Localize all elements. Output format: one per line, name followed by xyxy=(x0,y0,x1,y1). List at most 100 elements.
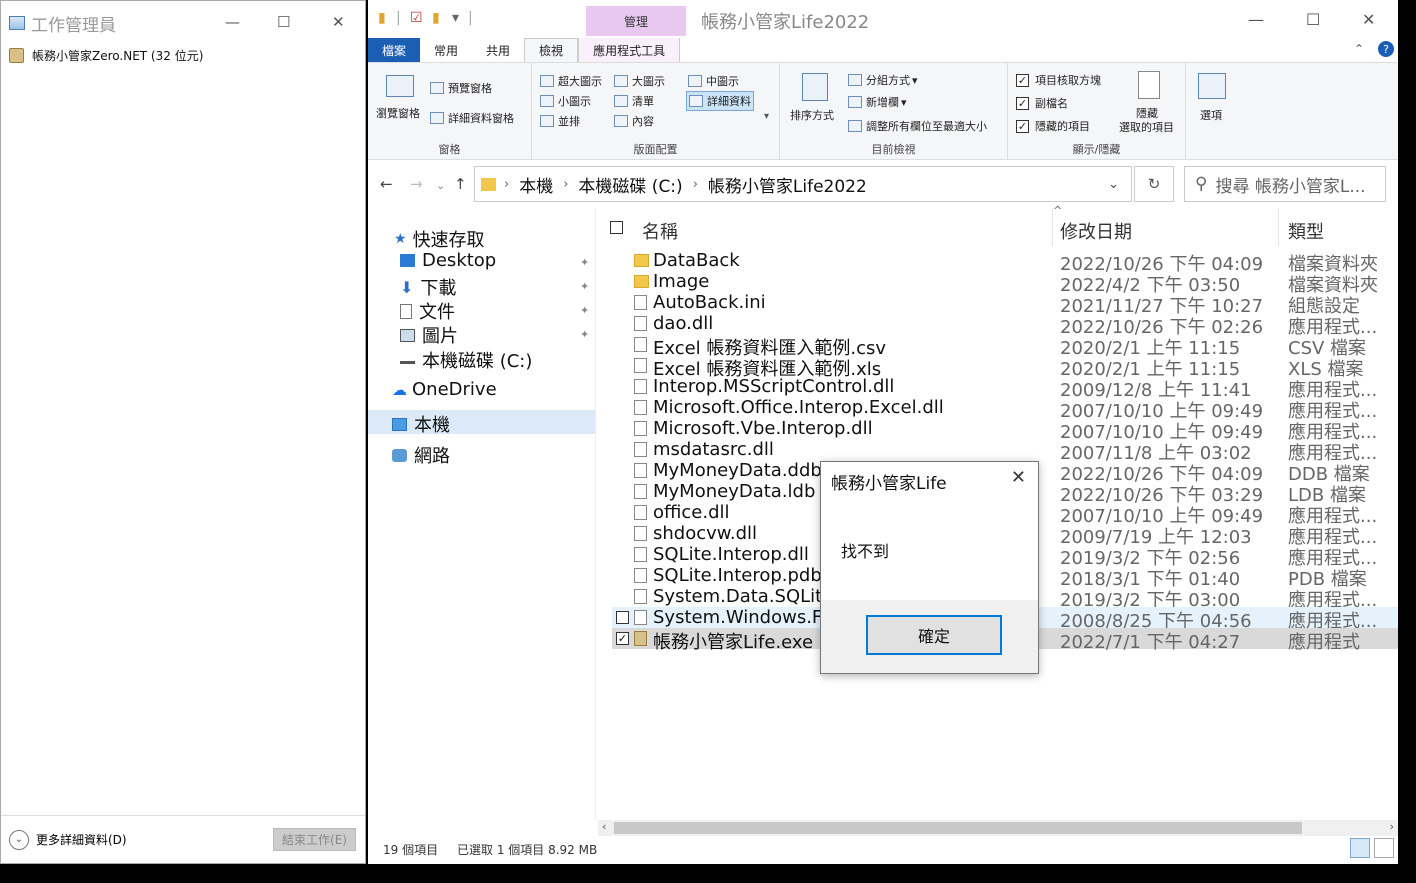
file-name: Microsoft.Vbe.Interop.dll xyxy=(653,418,873,439)
breadcrumb-folder[interactable]: 帳務小管家Life2022 xyxy=(708,172,867,197)
address-bar[interactable]: › 本機 › 本機磁碟 (C:) › 帳務小管家Life2022 ⌄ xyxy=(474,166,1132,202)
minimize-icon[interactable]: — xyxy=(1248,10,1264,29)
file-row[interactable]: Image 2022/4/2 下午 03:50 檔案資料夾 xyxy=(612,271,1398,296)
close-icon[interactable]: ✕ xyxy=(1011,467,1026,488)
nav-quick-access[interactable]: ★ 快速存取 xyxy=(394,226,485,252)
nav-downloads[interactable]: ⬇ 下載 xyxy=(400,274,456,300)
horizontal-scrollbar[interactable]: ‹ › xyxy=(598,820,1398,836)
row-checkbox[interactable]: ✓ xyxy=(616,632,629,645)
layout-tiles[interactable]: 並排 xyxy=(540,113,580,129)
group-label-show-hide: 顯示/隱藏 xyxy=(1072,143,1121,156)
large-icons-view-icon[interactable] xyxy=(1374,838,1394,858)
group-label-layout: 版面配置 xyxy=(633,143,678,156)
customize-qa-icon[interactable]: ▾ xyxy=(452,10,459,26)
file-row[interactable]: Microsoft.Office.Interop.Excel.dll 2007/1… xyxy=(612,397,1398,422)
item-checkboxes-option[interactable]: ✓ 項目核取方塊 xyxy=(1016,72,1101,88)
close-icon[interactable]: ✕ xyxy=(332,13,345,31)
cloud-icon: ☁ xyxy=(392,380,407,399)
item-checkboxes-checkbox: ✓ xyxy=(1016,73,1029,87)
details-pane-button[interactable]: 詳細資料窗格 xyxy=(430,110,514,126)
group-panes: 瀏覽窗格 預覽窗格 詳細資料窗格 窗格 xyxy=(368,63,532,161)
layout-details[interactable]: 詳細資料 xyxy=(686,91,754,111)
column-modified[interactable]: 修改日期 xyxy=(1060,218,1132,244)
sort-by-button[interactable]: 排序方式 xyxy=(790,107,834,123)
tab-share[interactable]: 共用 xyxy=(472,38,524,62)
file-row[interactable]: msdatasrc.dll 2007/11/8 上午 03:02 應用程式... xyxy=(612,439,1398,464)
tab-file[interactable]: 檔案 xyxy=(368,38,421,62)
more-details-link[interactable]: 更多詳細資料(D) xyxy=(36,831,127,848)
manage-context-tab[interactable]: 管理 xyxy=(586,6,686,36)
layout-large[interactable]: 大圖示 xyxy=(614,73,665,89)
new-folder-icon[interactable]: ▮ xyxy=(432,10,440,26)
pin-icon[interactable]: ✦ xyxy=(580,280,589,293)
layout-medium[interactable]: 中圖示 xyxy=(688,73,739,89)
file-name: AutoBack.ini xyxy=(653,292,766,313)
chevron-down-icon[interactable]: ⌄ xyxy=(9,829,29,850)
nav-documents[interactable]: 文件 xyxy=(400,298,455,324)
nav-network[interactable]: 網路 xyxy=(392,442,450,468)
nav-pane-button[interactable]: 瀏覽窗格 xyxy=(376,105,420,121)
file-row[interactable]: Excel 帳務資料匯入範例.csv 2020/2/1 上午 11:15 CSV 檔… xyxy=(612,334,1398,359)
pin-icon[interactable]: ✦ xyxy=(580,304,589,317)
layout-content[interactable]: 內容 xyxy=(614,113,654,129)
nav-this-pc[interactable]: 本機 xyxy=(392,411,450,437)
ok-button[interactable]: 確定 xyxy=(866,615,1002,655)
preview-pane-button[interactable]: 預覽窗格 xyxy=(430,80,492,96)
close-icon[interactable]: ✕ xyxy=(1362,10,1375,29)
add-column-button[interactable]: 新增欄 ▾ xyxy=(848,94,907,110)
file-icon xyxy=(634,379,647,394)
forward-arrow-icon[interactable]: → xyxy=(410,175,423,193)
file-row[interactable]: DataBack 2022/10/26 下午 04:09 檔案資料夾 xyxy=(612,250,1398,275)
options-icon xyxy=(1198,73,1226,99)
search-box[interactable]: ⚲ 搜尋 帳務小管家L... xyxy=(1184,166,1386,202)
pin-icon[interactable]: ✦ xyxy=(580,256,589,269)
extensions-option[interactable]: ✓ 副檔名 xyxy=(1016,95,1068,111)
options-button[interactable]: 選項 xyxy=(1200,107,1222,123)
nav-local-disk[interactable]: 本機磁碟 (C:) xyxy=(400,347,532,373)
nav-desktop[interactable]: Desktop xyxy=(400,250,496,271)
recent-locations-icon[interactable]: ⌄ xyxy=(436,179,445,192)
file-row[interactable]: Excel 帳務資料匯入範例.xls 2020/2/1 上午 11:15 XLS 檔… xyxy=(612,355,1398,380)
hidden-items-option[interactable]: ✓ 隱藏的項目 xyxy=(1016,118,1090,134)
select-all-checkbox[interactable] xyxy=(610,221,623,234)
breadcrumb-this-pc[interactable]: 本機 xyxy=(519,172,553,197)
breadcrumb-local-disk[interactable]: 本機磁碟 (C:) xyxy=(578,172,682,197)
file-row[interactable]: Interop.MSScriptControl.dll 2009/12/8 上午 … xyxy=(612,376,1398,401)
layout-list[interactable]: 清單 xyxy=(614,93,654,109)
file-row[interactable]: Microsoft.Vbe.Interop.dll 2007/10/10 上午 0… xyxy=(612,418,1398,443)
up-arrow-icon[interactable]: ↑ xyxy=(454,175,467,193)
properties-icon[interactable]: ☑ xyxy=(410,10,423,26)
file-row[interactable]: AutoBack.ini 2021/11/27 下午 10:27 組態設定 xyxy=(612,292,1398,317)
maximize-icon[interactable]: ☐ xyxy=(277,13,290,31)
end-task-button[interactable]: 結束工作(E) xyxy=(273,828,356,851)
layout-small[interactable]: 小圖示 xyxy=(540,93,591,109)
file-icon xyxy=(634,295,647,310)
scrollbar-thumb[interactable] xyxy=(614,822,1302,834)
group-by-button[interactable]: 分組方式 ▾ xyxy=(848,72,918,88)
fit-columns-button[interactable]: 調整所有欄位至最適大小 xyxy=(848,118,987,134)
layout-extra-large[interactable]: 超大圖示 xyxy=(540,73,602,89)
tab-app-tools[interactable]: 應用程式工具 xyxy=(578,38,681,62)
file-row[interactable]: dao.dll 2022/10/26 下午 02:26 應用程式... xyxy=(612,313,1398,338)
help-icon[interactable]: ? xyxy=(1378,41,1394,57)
nav-onedrive[interactable]: ☁ OneDrive xyxy=(392,379,497,400)
process-row[interactable]: 帳務小管家Zero.NET (32 位元) xyxy=(9,47,203,64)
file-name: SQLite.Interop.dll xyxy=(653,544,809,565)
column-name[interactable]: 名稱 xyxy=(642,218,678,244)
chevron-right-icon: › xyxy=(692,176,698,192)
minimize-icon[interactable]: — xyxy=(225,13,240,31)
layout-more-icon[interactable]: ▾ xyxy=(764,111,769,122)
row-checkbox[interactable] xyxy=(616,611,629,624)
chevron-down-icon[interactable]: ⌄ xyxy=(1108,177,1119,192)
refresh-button[interactable]: ↻ xyxy=(1134,166,1174,202)
back-arrow-icon[interactable]: ← xyxy=(380,175,393,193)
maximize-icon[interactable]: ☐ xyxy=(1306,10,1320,29)
column-type[interactable]: 類型 xyxy=(1288,218,1324,244)
tab-view[interactable]: 檢視 xyxy=(524,38,579,62)
collapse-ribbon-icon[interactable]: ⌃ xyxy=(1354,42,1364,56)
details-view-icon[interactable] xyxy=(1350,838,1370,858)
nav-pictures[interactable]: 圖片 xyxy=(400,322,458,348)
pin-icon[interactable]: ✦ xyxy=(580,328,589,341)
toolbar-divider: | xyxy=(468,10,473,26)
tab-home[interactable]: 常用 xyxy=(420,38,472,62)
